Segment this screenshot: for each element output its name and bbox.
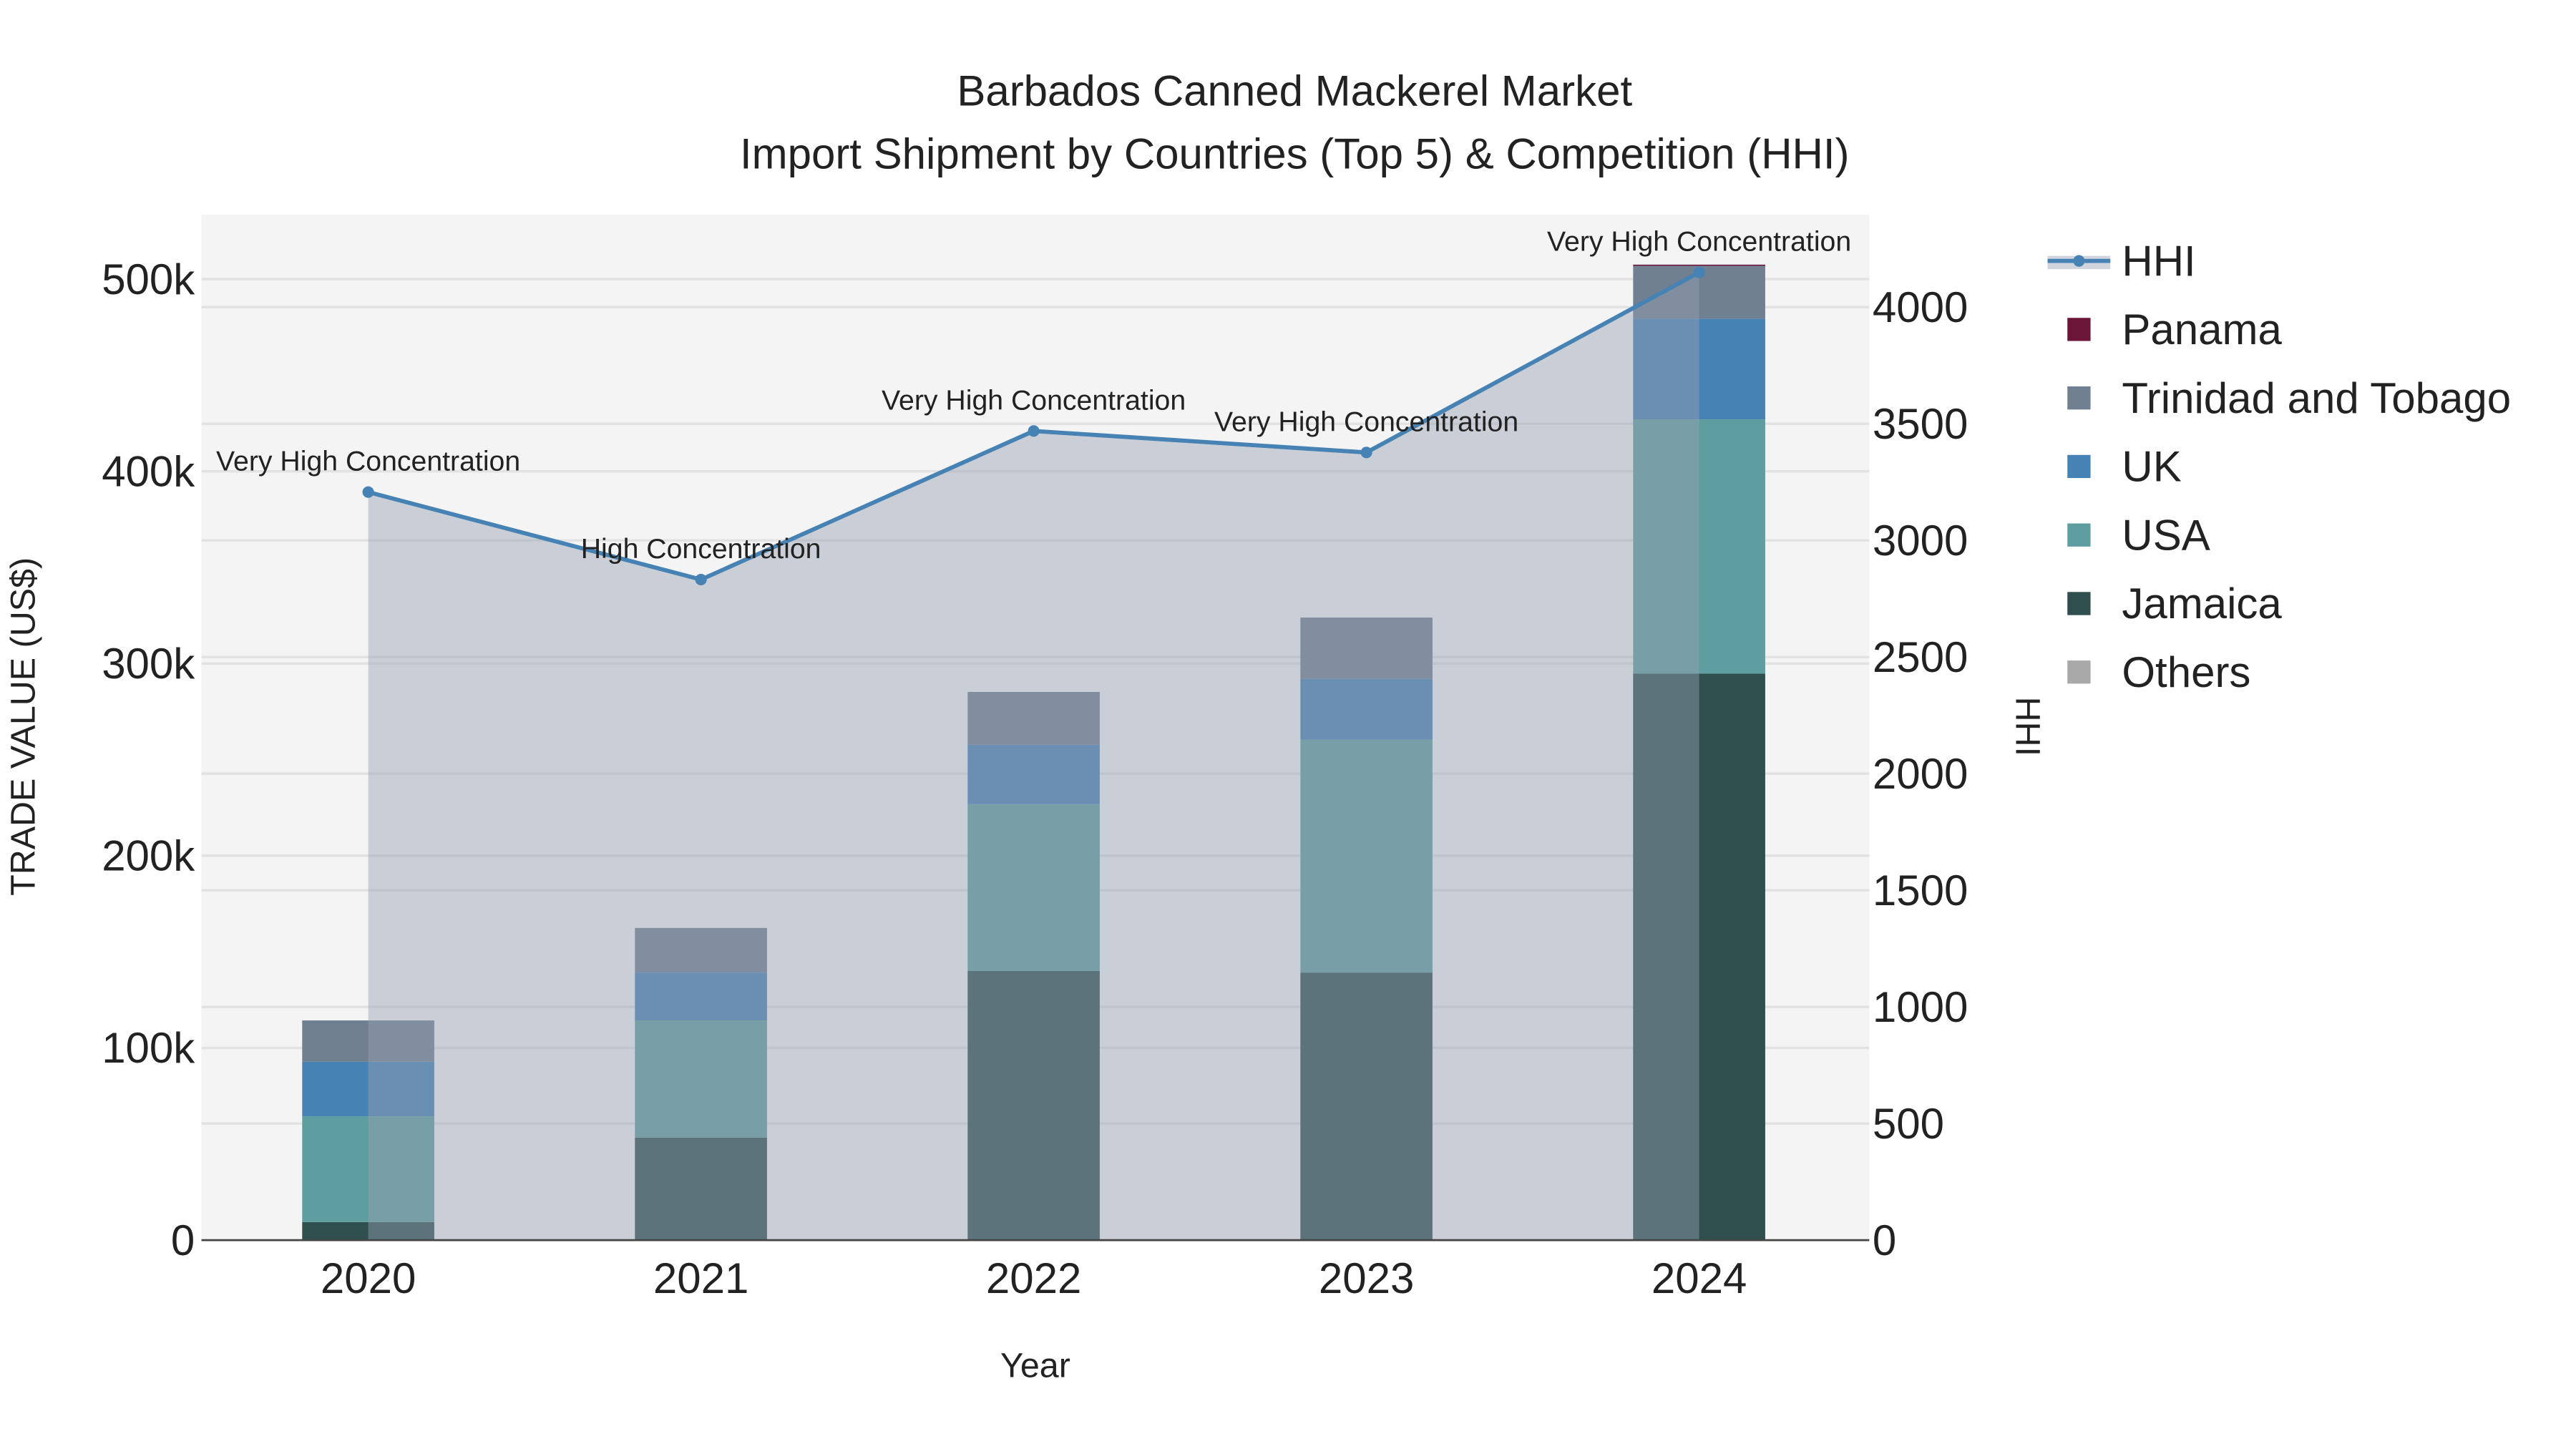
hhi-point	[362, 486, 374, 498]
legend-label: Panama	[2122, 306, 2282, 353]
legend-label: UK	[2122, 443, 2181, 491]
y2-tick-label: 1500	[1873, 867, 1968, 914]
y2-tick-label: 3000	[1873, 517, 1968, 565]
hhi-point	[1028, 425, 1040, 437]
legend-label: USA	[2122, 511, 2210, 559]
chart: Very High Concentration High Concentratio…	[4, 67, 2511, 1385]
legend-label: Jamaica	[2122, 580, 2282, 628]
y2-axis-title: HHI	[2009, 697, 2047, 756]
hhi-point	[695, 573, 707, 586]
legend-swatch	[2067, 660, 2091, 684]
legend-swatch	[2067, 592, 2091, 615]
y-tick-label: 500k	[102, 255, 195, 303]
y-tick-label: 200k	[102, 832, 195, 880]
legend-swatch	[2067, 386, 2091, 410]
hhi-annotation: Very High Concentration	[1214, 406, 1518, 437]
hhi-point	[1360, 447, 1372, 459]
y-tick-label: 0	[171, 1216, 195, 1264]
hhi-point	[1693, 266, 1705, 278]
y2-tick-label: 1000	[1873, 983, 1968, 1031]
y-tick-label: 100k	[102, 1024, 195, 1072]
legend-hhi-marker	[2073, 255, 2085, 267]
hhi-annotation: Very High Concentration	[216, 446, 520, 477]
legend-swatch	[2067, 454, 2091, 479]
legend: HHI Panama Trinidad and Tobago UK USA Jamaica…	[2047, 237, 2511, 696]
chart-title-line1: Barbados Canned Mackerel Market	[957, 67, 1632, 115]
legend-label: Others	[2122, 648, 2250, 696]
x-tick-label: 2021	[653, 1254, 748, 1302]
x-axis-title: Year	[1000, 1347, 1070, 1385]
y2-tick-label: 2500	[1873, 633, 1968, 681]
y2-tick-label: 2000	[1873, 750, 1968, 798]
x-tick-label: 2020	[321, 1254, 416, 1302]
chart-title-line2: Import Shipment by Countries (Top 5) & C…	[740, 130, 1850, 177]
x-tick-label: 2022	[986, 1254, 1081, 1302]
legend-swatch	[2067, 523, 2091, 547]
legend-label: HHI	[2122, 237, 2195, 285]
y-axis-title: TRADE VALUE (US$)	[4, 557, 42, 896]
y2-tick-label: 3500	[1873, 400, 1968, 448]
y2-tick-label: 0	[1873, 1216, 1896, 1264]
legend-swatch	[2067, 318, 2091, 341]
hhi-annotation: Very High Concentration	[882, 384, 1186, 416]
bar-panama	[1633, 264, 1765, 266]
y-tick-label: 400k	[102, 447, 195, 495]
x-tick-label: 2024	[1652, 1254, 1747, 1302]
hhi-annotation: Very High Concentration	[1547, 226, 1851, 258]
x-tick-label: 2023	[1319, 1254, 1414, 1302]
legend-label: Trinidad and Tobago	[2122, 374, 2511, 422]
y-tick-label: 300k	[102, 640, 195, 688]
y2-tick-label: 4000	[1873, 283, 1968, 331]
hhi-annotation: High Concentration	[581, 533, 821, 565]
y2-tick-label: 500	[1873, 1100, 1944, 1148]
